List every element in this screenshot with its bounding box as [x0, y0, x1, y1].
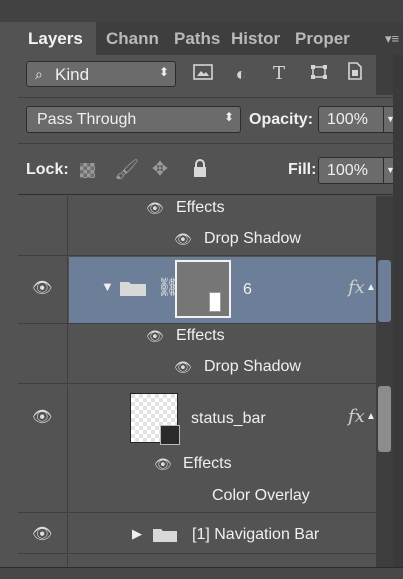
adjustment-filter-icon[interactable]: ◐: [230, 61, 252, 87]
effects-collapse-triangle-icon[interactable]: ▲: [366, 411, 376, 422]
fill-input[interactable]: 100%: [318, 157, 384, 184]
scrollbar-thumb-secondary[interactable]: [378, 386, 391, 452]
disclosure-triangle-down-icon[interactable]: ▼: [101, 279, 114, 294]
layer-visibility-eye-icon[interactable]: 👁: [32, 524, 52, 544]
filter-row: ⌕ Kind ⬍ ◐ T: [18, 55, 403, 95]
list-item-group6-effects[interactable]: 👁 Effects 👁 Drop Shadow: [18, 324, 376, 384]
tab-history[interactable]: Histor: [231, 22, 289, 55]
visibility-column: 👁: [18, 514, 68, 553]
effects-label: Effects: [176, 327, 225, 344]
tab-paths[interactable]: Paths: [174, 22, 226, 55]
folder-icon: [119, 279, 147, 302]
layer-navigation-bar[interactable]: 👁 ▶ [1] Navigation Bar: [18, 514, 376, 554]
effects-collapse-triangle-icon[interactable]: ▲: [366, 282, 376, 293]
layer-name[interactable]: 6: [243, 281, 252, 299]
effects-visibility-eye-icon[interactable]: 👁: [146, 328, 164, 345]
layer-partial-next[interactable]: [18, 555, 376, 567]
layer-visibility-eye-icon[interactable]: 👁: [32, 278, 52, 298]
layer-thumbnail: [175, 260, 231, 318]
tab-properties[interactable]: Proper: [295, 22, 359, 55]
opacity-label: Opacity:: [249, 111, 314, 128]
layer-effects-fx-icon[interactable]: fx: [348, 277, 365, 298]
drop-shadow-label: Drop Shadow: [204, 230, 301, 247]
layer-name[interactable]: status_bar: [191, 410, 266, 428]
smart-object-filter-icon[interactable]: [344, 61, 366, 87]
panel-top-strip: [0, 0, 403, 22]
panel-menu-icon[interactable]: ▾≡: [385, 22, 403, 55]
layer-effects-fx-icon[interactable]: fx: [348, 406, 365, 427]
lock-transparent-icon[interactable]: [80, 163, 95, 178]
color-overlay-label: Color Overlay: [212, 487, 310, 504]
lock-label: Lock:: [26, 161, 69, 178]
opacity-value: 100%: [327, 111, 368, 128]
panel-tab-bar: Layers Chann Paths Histor Proper ▾≡: [18, 22, 403, 55]
lock-position-move-icon[interactable]: ✥: [152, 158, 168, 181]
tab-layers[interactable]: Layers: [18, 22, 96, 55]
lock-all-padlock-icon[interactable]: [192, 159, 208, 183]
layer-group-6[interactable]: 👁 ▼ ⛓ 6 fx ▲: [18, 257, 376, 324]
list-item-top-effects[interactable]: 👁 Effects 👁 Drop Shadow: [18, 196, 376, 256]
filter-kind-select[interactable]: ⌕ Kind ⬍: [26, 61, 176, 87]
type-filter-icon[interactable]: T: [268, 61, 290, 87]
visibility-column: [18, 555, 68, 567]
drop-shadow-visibility-eye-icon[interactable]: 👁: [174, 359, 192, 376]
effects-visibility-eye-icon[interactable]: 👁: [154, 456, 172, 473]
opacity-input[interactable]: 100%: [318, 106, 384, 133]
image-filter-icon[interactable]: [192, 61, 214, 87]
blend-mode-select[interactable]: Pass Through ⬍: [26, 106, 241, 133]
scrollbar-thumb[interactable]: [378, 260, 391, 322]
shape-filter-icon[interactable]: [308, 61, 330, 87]
drop-shadow-visibility-eye-icon[interactable]: 👁: [174, 231, 192, 248]
tab-channels[interactable]: Chann: [106, 22, 168, 55]
layer-visibility-eye-icon[interactable]: 👁: [32, 407, 52, 427]
visibility-column: [18, 324, 68, 383]
disclosure-triangle-right-icon[interactable]: ▶: [132, 526, 142, 542]
layers-panel: Layers Chann Paths Histor Proper ▾≡ ⌕ Ki…: [0, 0, 403, 579]
drop-shadow-label: Drop Shadow: [204, 358, 301, 375]
effects-label: Effects: [183, 455, 232, 472]
layer-status-bar[interactable]: 👁 status_bar fx ▲ 👁 Effects Color Overla…: [18, 385, 376, 513]
visibility-column: [18, 196, 68, 255]
panel-bottom-toolbar: [0, 567, 403, 579]
effects-label: Effects: [176, 199, 225, 216]
visibility-column: 👁: [18, 257, 68, 323]
filter-kind-label: Kind: [55, 65, 90, 84]
lock-row: Lock: 🖌 ✥ Fill: 100% ▼: [18, 143, 403, 195]
visibility-column: 👁: [18, 385, 68, 512]
effects-visibility-eye-icon[interactable]: 👁: [146, 200, 164, 217]
layers-scrollbar[interactable]: [376, 196, 393, 567]
blend-row: Pass Through ⬍ Opacity: 100% ▼: [18, 97, 403, 141]
folder-icon: [152, 526, 178, 548]
updown-chevron-icon: ⬍: [158, 65, 169, 79]
lock-image-brush-icon[interactable]: 🖌: [114, 157, 139, 182]
panel-right-edge: [393, 55, 403, 567]
fill-value: 100%: [327, 162, 368, 179]
layer-name[interactable]: [1] Navigation Bar: [192, 526, 319, 544]
updown-chevron-icon: ⬍: [223, 110, 234, 124]
search-icon: ⌕: [35, 66, 43, 82]
smart-object-thumbnail: [130, 393, 180, 445]
blend-mode-value: Pass Through: [37, 111, 137, 128]
fill-label: Fill:: [288, 161, 317, 178]
